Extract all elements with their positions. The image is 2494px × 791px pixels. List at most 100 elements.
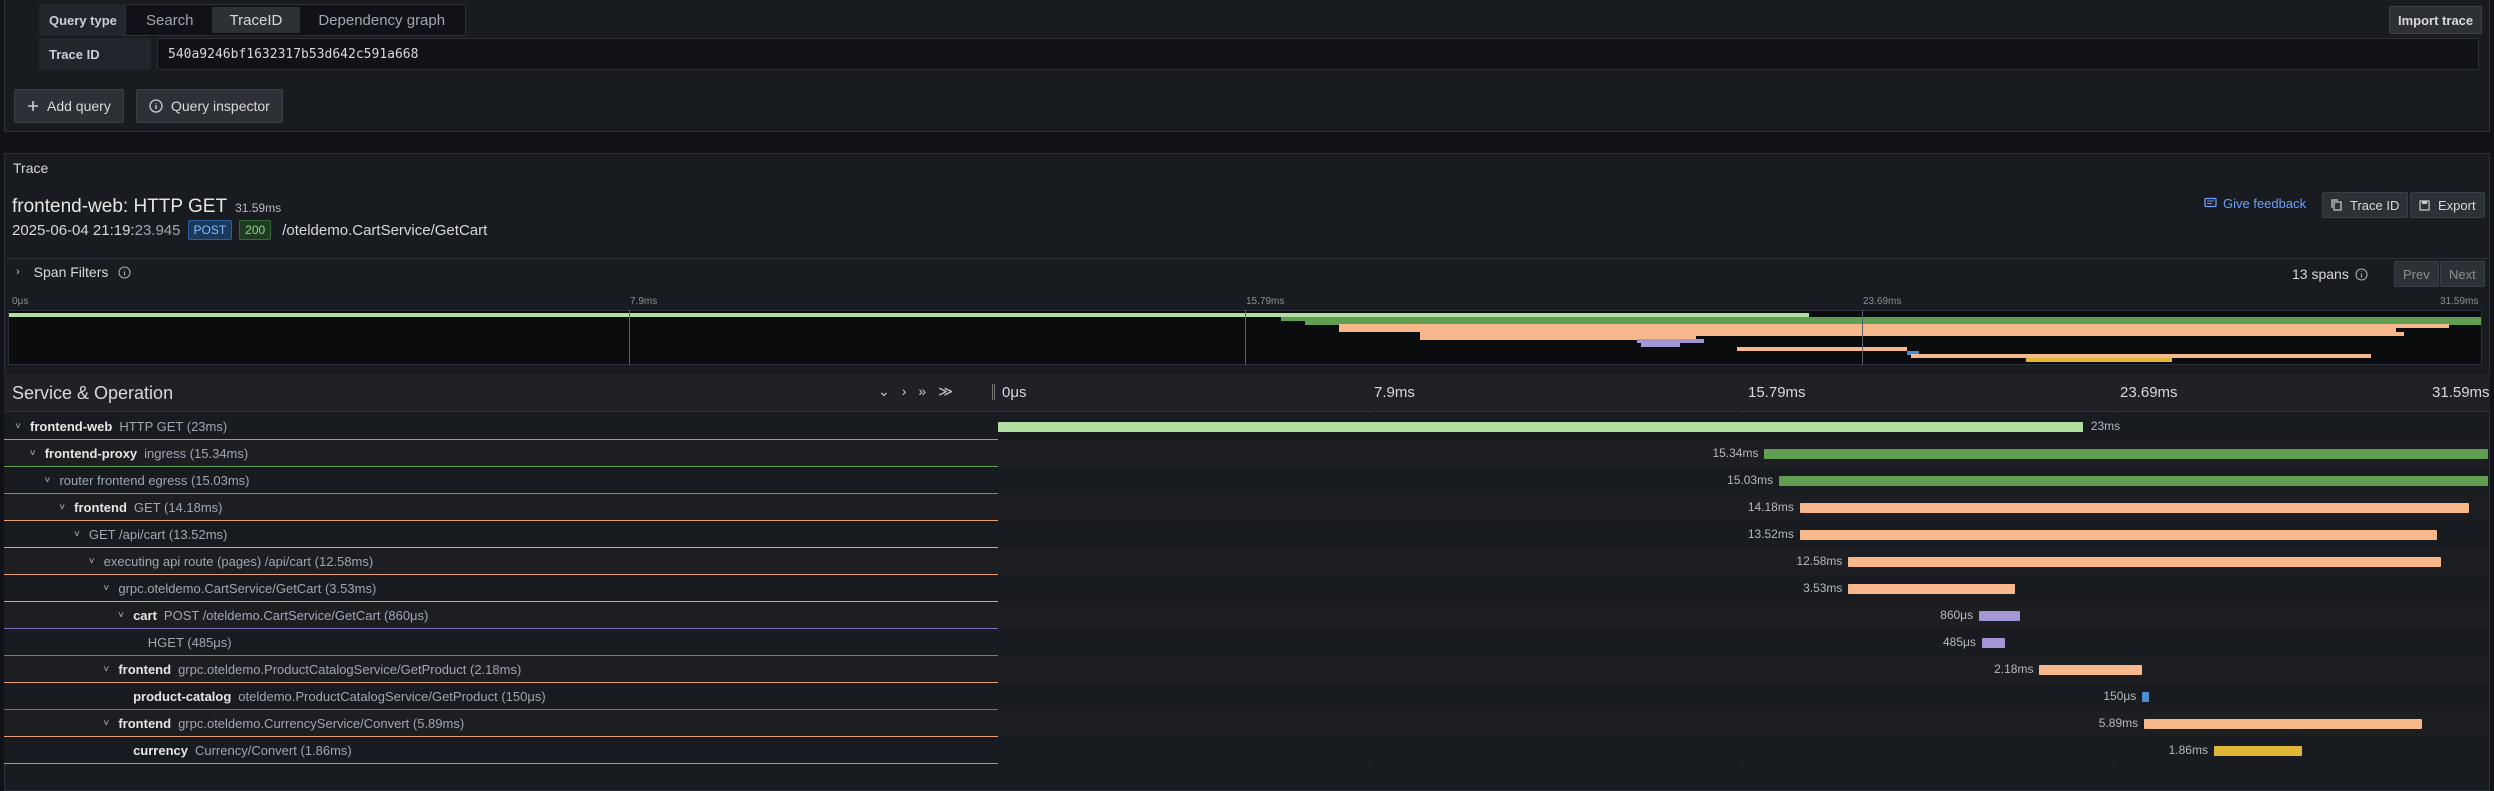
span-row[interactable]: ˅ frontend-proxy ingress (15.34ms) 15.34ms <box>4 440 2490 467</box>
export-button[interactable]: Export <box>2410 192 2485 218</box>
chevron-down-icon[interactable]: ˅ <box>41 475 53 486</box>
chevron-down-icon[interactable]: ˅ <box>100 583 112 594</box>
operation-name: Currency/Convert (1.86ms) <box>194 742 352 758</box>
trace-minimap[interactable]: 0μs 7.9ms 15.79ms 23.69ms 31.59ms <box>8 296 2482 368</box>
prev-button[interactable]: Prev <box>2394 261 2439 287</box>
query-type-search[interactable]: Search <box>128 7 212 33</box>
span-timeline-cell[interactable] <box>998 683 2488 710</box>
span-name-cell[interactable]: ˅ frontend-proxy ingress (15.34ms) <box>4 440 998 467</box>
feedback-label: Give feedback <box>2223 196 2307 211</box>
trace-id-button[interactable]: Trace ID <box>2322 192 2409 218</box>
operation-name: grpc.oteldemo.CartService/GetCart (3.53m… <box>118 580 377 596</box>
span-duration-label: 3.53ms <box>1803 581 1843 595</box>
trace-title: frontend-web: HTTP GET <box>12 196 228 217</box>
chevron-down-icon[interactable]: ˅ <box>100 718 112 729</box>
expand-one-icon[interactable]: › <box>902 383 907 400</box>
span-name-cell[interactable]: ˅ GET /api/cart (13.52ms) <box>4 521 998 548</box>
info-icon <box>118 265 131 279</box>
span-row[interactable]: currency Currency/Convert (1.86ms) 1.86ms <box>4 737 2490 764</box>
span-row[interactable]: ˅ GET /api/cart (13.52ms) 13.52ms <box>4 521 2490 548</box>
chevron-down-icon[interactable]: ˅ <box>86 556 98 567</box>
import-trace-button[interactable]: Import trace <box>2389 6 2483 34</box>
span-name-cell[interactable]: product-catalog oteldemo.ProductCatalogSe… <box>4 683 998 710</box>
minimap-tick: 15.79ms <box>1246 296 1285 307</box>
add-query-button[interactable]: Add query <box>14 89 124 123</box>
span-bar[interactable] <box>1779 476 2488 486</box>
span-name-cell[interactable]: HGET (485μs) <box>4 629 998 656</box>
chevron-down-icon[interactable]: ˅ <box>12 421 24 432</box>
trace-title-row: frontend-web: HTTP GET 31.59ms <box>12 196 281 218</box>
span-name-cell[interactable]: ˅ frontend-web HTTP GET (23ms) <box>4 413 998 440</box>
span-name-cell[interactable]: currency Currency/Convert (1.86ms) <box>4 737 998 764</box>
operation-name: oteldemo.ProductCatalogService/GetProduc… <box>238 688 546 704</box>
span-row[interactable]: HGET (485μs) 485μs <box>4 629 2490 656</box>
span-filters-toggle[interactable]: › Span Filters <box>16 264 131 280</box>
span-bar[interactable] <box>1848 584 2015 594</box>
operation-name: executing api route (pages) /api/cart (1… <box>103 553 374 569</box>
service-name: frontend <box>74 499 127 515</box>
span-row[interactable]: ˅ frontend grpc.oteldemo.CurrencyService/C… <box>4 710 2490 737</box>
query-inspector-button[interactable]: Query inspector <box>136 89 283 123</box>
span-bar[interactable] <box>1764 449 2488 459</box>
comment-icon <box>2204 197 2217 210</box>
span-timeline-cell[interactable] <box>998 629 2488 656</box>
query-type-traceid[interactable]: TraceID <box>211 7 301 33</box>
chevron-down-icon[interactable]: ˅ <box>115 610 127 621</box>
service-name: frontend-proxy <box>44 445 138 461</box>
query-type-dependency-graph[interactable]: Dependency graph <box>300 7 463 33</box>
span-name-cell[interactable]: ˅ frontend GET (14.18ms) <box>4 494 998 521</box>
span-name-cell[interactable]: ˅ router frontend egress (15.03ms) <box>4 467 998 494</box>
span-bar[interactable] <box>2213 746 2302 756</box>
span-bar[interactable] <box>2142 692 2150 702</box>
span-bar[interactable] <box>998 422 2083 432</box>
timeline-tick: 7.9ms <box>1374 384 1415 401</box>
http-status-tag: 200 <box>239 220 272 240</box>
span-timeline-cell[interactable] <box>998 575 2488 602</box>
span-bar[interactable] <box>1848 557 2442 567</box>
span-row[interactable]: ˅ frontend GET (14.18ms) 14.18ms <box>4 494 2490 521</box>
span-name-cell[interactable]: ˅ grpc.oteldemo.CartService/GetCart (3.53… <box>4 575 998 602</box>
chevron-down-icon[interactable]: ˅ <box>27 448 39 459</box>
span-timeline-cell[interactable] <box>998 656 2488 683</box>
span-bar[interactable] <box>1799 530 2437 540</box>
next-button[interactable]: Next <box>2440 261 2485 287</box>
copy-icon <box>2331 199 2342 211</box>
span-timeline-cell[interactable] <box>998 602 2488 629</box>
timeline-tick: 23.69ms <box>2120 384 2178 401</box>
expand-all-icon[interactable]: ≫ <box>938 383 953 400</box>
resize-handle[interactable] <box>992 384 995 400</box>
divider <box>6 258 2488 259</box>
plus-icon <box>27 100 39 112</box>
service-name: currency <box>133 742 188 758</box>
chevron-down-icon[interactable]: ˅ <box>71 529 83 540</box>
span-bar[interactable] <box>2144 719 2422 729</box>
chevron-down-icon[interactable]: ˅ <box>56 502 68 513</box>
span-bar[interactable] <box>1981 638 2005 648</box>
operation-name: grpc.oteldemo.ProductCatalogService/GetP… <box>178 661 522 677</box>
span-row[interactable]: ˅ cart POST /oteldemo.CartService/GetCart … <box>4 602 2490 629</box>
trace-id-input[interactable] <box>157 38 2479 70</box>
span-name-cell[interactable]: ˅ executing api route (pages) /api/cart (… <box>4 548 998 575</box>
span-bar[interactable] <box>2039 665 2143 675</box>
minimap-tick: 23.69ms <box>1863 296 1902 307</box>
span-row[interactable]: ˅ executing api route (pages) /api/cart (… <box>4 548 2490 575</box>
span-row[interactable]: ˅ frontend-web HTTP GET (23ms) 23ms <box>4 413 2490 440</box>
span-duration-label: 5.89ms <box>2098 716 2139 730</box>
span-name-cell[interactable]: ˅ cart POST /oteldemo.CartService/GetCart … <box>4 602 998 629</box>
span-name-cell[interactable]: ˅ frontend grpc.oteldemo.ProductCatalogSer… <box>4 656 998 683</box>
query-editor: Query type Search TraceID Dependency gra… <box>4 0 2490 132</box>
trace-id-label: Trace ID <box>39 38 151 70</box>
span-row[interactable]: ˅ frontend grpc.oteldemo.ProductCatalogSer… <box>4 656 2490 683</box>
span-row[interactable]: ˅ grpc.oteldemo.CartService/GetCart (3.53… <box>4 575 2490 602</box>
span-bar[interactable] <box>1799 503 2469 513</box>
feedback-link[interactable]: Give feedback <box>2204 196 2306 211</box>
chevron-down-icon[interactable]: ˅ <box>100 664 112 675</box>
collapse-one-icon[interactable]: ⌄ <box>878 383 890 400</box>
collapse-all-icon[interactable]: » <box>918 383 926 400</box>
save-icon <box>2419 199 2430 211</box>
service-name: frontend <box>118 715 172 731</box>
span-row[interactable]: ˅ router frontend egress (15.03ms) 15.03ms <box>4 467 2490 494</box>
span-row[interactable]: product-catalog oteldemo.ProductCatalogSe… <box>4 683 2490 710</box>
span-bar[interactable] <box>1979 611 2020 621</box>
span-name-cell[interactable]: ˅ frontend grpc.oteldemo.CurrencyService/C… <box>4 710 998 737</box>
